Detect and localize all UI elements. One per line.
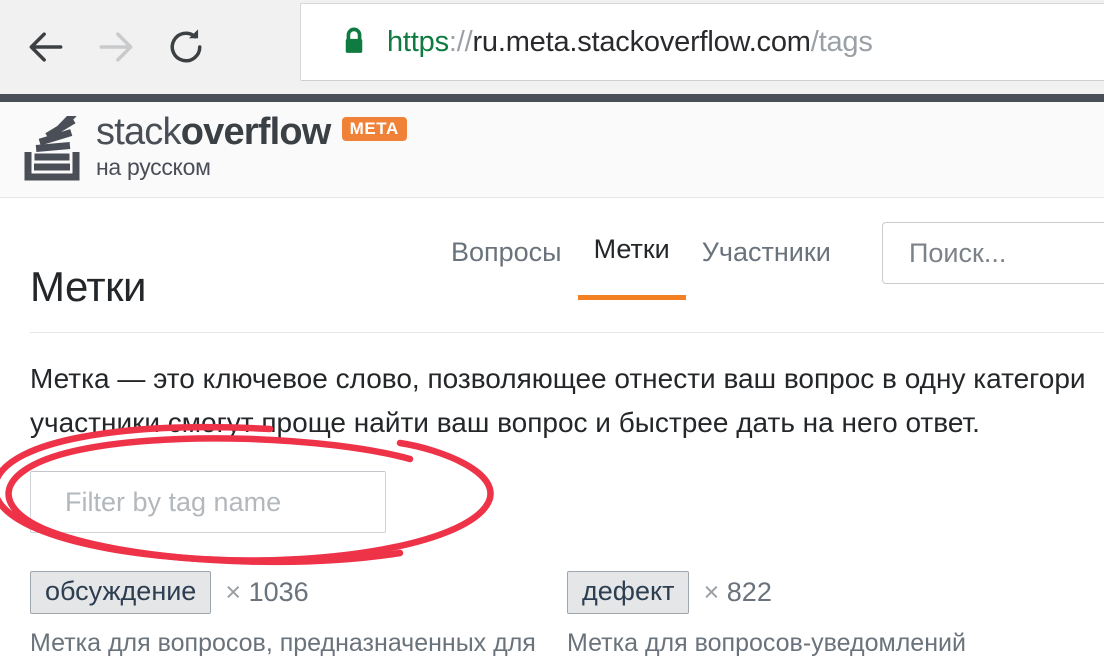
arrow-right-icon [99, 32, 133, 62]
tag-item: дефект × 822 Метка для вопросов-уведомле… [567, 571, 1104, 658]
meta-badge: META [341, 117, 407, 141]
site-top-strip [0, 94, 1104, 102]
tag-item: обсуждение × 1036 Метка для вопросов, пр… [30, 571, 567, 658]
tags-intro-line-1: Метка — это ключевое слово, позволяющее … [30, 363, 1086, 394]
tag-count: × 822 [703, 577, 771, 608]
reload-icon [170, 29, 202, 63]
logo-wordmark-text: stackoverflow [96, 112, 331, 152]
tag-description: Метка для вопросов, предназначенных для [30, 629, 536, 657]
tag-count-value: 1036 [248, 577, 309, 607]
main-content: Метки Метка — это ключевое слово, позвол… [0, 198, 1104, 658]
tag-count: × 1036 [225, 577, 308, 608]
multiply-icon: × [225, 577, 242, 607]
browser-nav-buttons [0, 0, 218, 94]
page-title: Метки [30, 263, 147, 310]
tag-description: Метка для вопросов-уведомлений [567, 629, 966, 657]
site-logo[interactable]: stackoverflow META на русском [24, 107, 407, 187]
logo-wordmark: stackoverflow META [96, 110, 407, 154]
tags-list: обсуждение × 1036 Метка для вопросов, пр… [30, 571, 1104, 658]
site-header: stackoverflow META на русском Вопросы Ме… [0, 102, 1104, 300]
arrow-left-icon [29, 32, 63, 62]
logo-text-block: stackoverflow META на русском [96, 110, 407, 181]
tag-row: дефект × 822 [567, 571, 1104, 614]
url-path: /tags [810, 25, 873, 58]
tag-count-value: 822 [726, 577, 772, 607]
logo-word-overflow: overflow [180, 111, 332, 153]
address-bar[interactable]: https://ru.meta.stackoverflow.com/tags [300, 3, 1104, 81]
tag-filter-area: Filter by tag name [0, 424, 494, 566]
filter-by-tag-name-input[interactable]: Filter by tag name [30, 471, 386, 533]
title-divider [30, 332, 1104, 333]
lock-icon-glyph [345, 27, 363, 53]
stack-overflow-logo-icon [24, 107, 86, 187]
filter-placeholder: Filter by tag name [65, 486, 282, 517]
reload-button[interactable] [154, 15, 218, 79]
url-scheme: https [387, 25, 449, 58]
tag-chip-obsuzhdenie[interactable]: обсуждение [30, 571, 212, 614]
url-separator: :// [448, 25, 473, 58]
multiply-icon: × [703, 577, 720, 607]
tag-row: обсуждение × 1036 [30, 571, 567, 614]
browser-chrome: https://ru.meta.stackoverflow.com/tags [0, 0, 1104, 94]
url-host: ru.meta.stackoverflow.com [472, 25, 811, 58]
forward-button [84, 15, 148, 79]
logo-word-stack: stack [96, 111, 182, 153]
tag-chip-defekt[interactable]: дефект [567, 571, 690, 614]
tags-intro-text: Метка — это ключевое слово, позволяющее … [30, 357, 1104, 445]
lock-icon [339, 25, 369, 59]
back-button[interactable] [14, 15, 78, 79]
tags-intro-line-2: участники смогут проще найти ваш вопрос … [30, 407, 980, 438]
logo-subtitle: на русском [96, 154, 211, 180]
stack-icon-glyph [24, 107, 80, 181]
url-text: https://ru.meta.stackoverflow.com/tags [387, 26, 873, 59]
